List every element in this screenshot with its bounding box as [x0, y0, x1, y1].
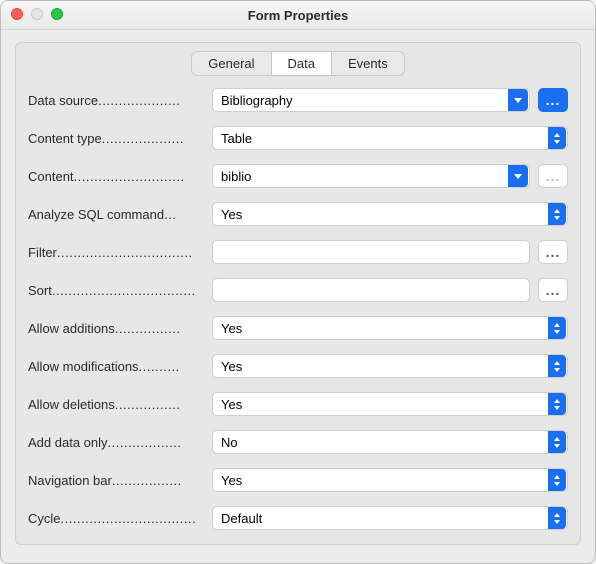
- content-type-select[interactable]: [212, 126, 568, 150]
- label-add-data-only: Add data only..................: [28, 435, 204, 450]
- label-allow-additions: Allow additions................: [28, 321, 204, 336]
- sort-input-wrap: [212, 278, 530, 302]
- form-rows: Data source.................... ... Cont…: [16, 88, 580, 530]
- tab-bar: General Data Events: [16, 43, 580, 88]
- navigation-bar-value[interactable]: [213, 469, 548, 491]
- label-allow-modifications: Allow modifications..........: [28, 359, 204, 374]
- content-browse-button[interactable]: ...: [538, 164, 568, 188]
- filter-input-wrap: [212, 240, 530, 264]
- add-data-only-value[interactable]: [213, 431, 548, 453]
- row-data-source: Data source.................... ...: [28, 88, 568, 112]
- updown-icon[interactable]: [548, 203, 566, 225]
- label-content-type: Content type....................: [28, 131, 204, 146]
- data-source-combo[interactable]: [212, 88, 530, 112]
- label-filter: Filter.................................: [28, 245, 204, 260]
- label-content: Content...........................: [28, 169, 204, 184]
- window-controls: [11, 8, 63, 20]
- updown-icon[interactable]: [548, 393, 566, 415]
- allow-deletions-select[interactable]: [212, 392, 568, 416]
- content-input[interactable]: [213, 165, 508, 187]
- row-allow-modifications: Allow modifications..........: [28, 354, 568, 378]
- row-allow-additions: Allow additions................: [28, 316, 568, 340]
- updown-icon[interactable]: [548, 317, 566, 339]
- data-source-input[interactable]: [213, 89, 508, 111]
- window-title: Form Properties: [248, 8, 348, 23]
- minimize-icon[interactable]: [31, 8, 43, 20]
- navigation-bar-select[interactable]: [212, 468, 568, 492]
- label-data-source: Data source....................: [28, 93, 204, 108]
- allow-modifications-select[interactable]: [212, 354, 568, 378]
- analyze-sql-value[interactable]: [213, 203, 548, 225]
- cycle-value[interactable]: [213, 507, 548, 529]
- sort-input[interactable]: [213, 279, 529, 301]
- row-allow-deletions: Allow deletions................: [28, 392, 568, 416]
- content-combo[interactable]: [212, 164, 530, 188]
- label-navigation-bar: Navigation bar.................: [28, 473, 204, 488]
- updown-icon[interactable]: [548, 431, 566, 453]
- chevron-down-icon[interactable]: [508, 165, 528, 187]
- updown-icon[interactable]: [548, 355, 566, 377]
- updown-icon[interactable]: [548, 469, 566, 491]
- allow-additions-select[interactable]: [212, 316, 568, 340]
- sort-browse-button[interactable]: ...: [538, 278, 568, 302]
- label-cycle: Cycle.................................: [28, 511, 204, 526]
- allow-deletions-value[interactable]: [213, 393, 548, 415]
- properties-panel: General Data Events Data source.........…: [15, 42, 581, 545]
- chevron-down-icon[interactable]: [508, 89, 528, 111]
- updown-icon[interactable]: [548, 507, 566, 529]
- close-icon[interactable]: [11, 8, 23, 20]
- updown-icon[interactable]: [548, 127, 566, 149]
- content-area: General Data Events Data source.........…: [1, 30, 595, 561]
- allow-additions-value[interactable]: [213, 317, 548, 339]
- row-cycle: Cycle.................................: [28, 506, 568, 530]
- row-content-type: Content type....................: [28, 126, 568, 150]
- zoom-icon[interactable]: [51, 8, 63, 20]
- filter-browse-button[interactable]: ...: [538, 240, 568, 264]
- row-analyze-sql: Analyze SQL command...: [28, 202, 568, 226]
- row-navigation-bar: Navigation bar.................: [28, 468, 568, 492]
- row-filter: Filter................................. …: [28, 240, 568, 264]
- tab-general[interactable]: General: [191, 51, 271, 76]
- tab-data[interactable]: Data: [271, 51, 332, 76]
- filter-input[interactable]: [213, 241, 529, 263]
- row-content: Content........................... ...: [28, 164, 568, 188]
- add-data-only-select[interactable]: [212, 430, 568, 454]
- cycle-select[interactable]: [212, 506, 568, 530]
- label-analyze-sql: Analyze SQL command...: [28, 207, 204, 222]
- form-properties-window: Form Properties General Data Events Data…: [0, 0, 596, 564]
- label-allow-deletions: Allow deletions................: [28, 397, 204, 412]
- allow-modifications-value[interactable]: [213, 355, 548, 377]
- tab-events[interactable]: Events: [331, 51, 405, 76]
- data-source-browse-button[interactable]: ...: [538, 88, 568, 112]
- row-sort: Sort................................... …: [28, 278, 568, 302]
- label-sort: Sort...................................: [28, 283, 204, 298]
- title-bar: Form Properties: [1, 1, 595, 30]
- analyze-sql-select[interactable]: [212, 202, 568, 226]
- row-add-data-only: Add data only..................: [28, 430, 568, 454]
- content-type-value[interactable]: [213, 127, 548, 149]
